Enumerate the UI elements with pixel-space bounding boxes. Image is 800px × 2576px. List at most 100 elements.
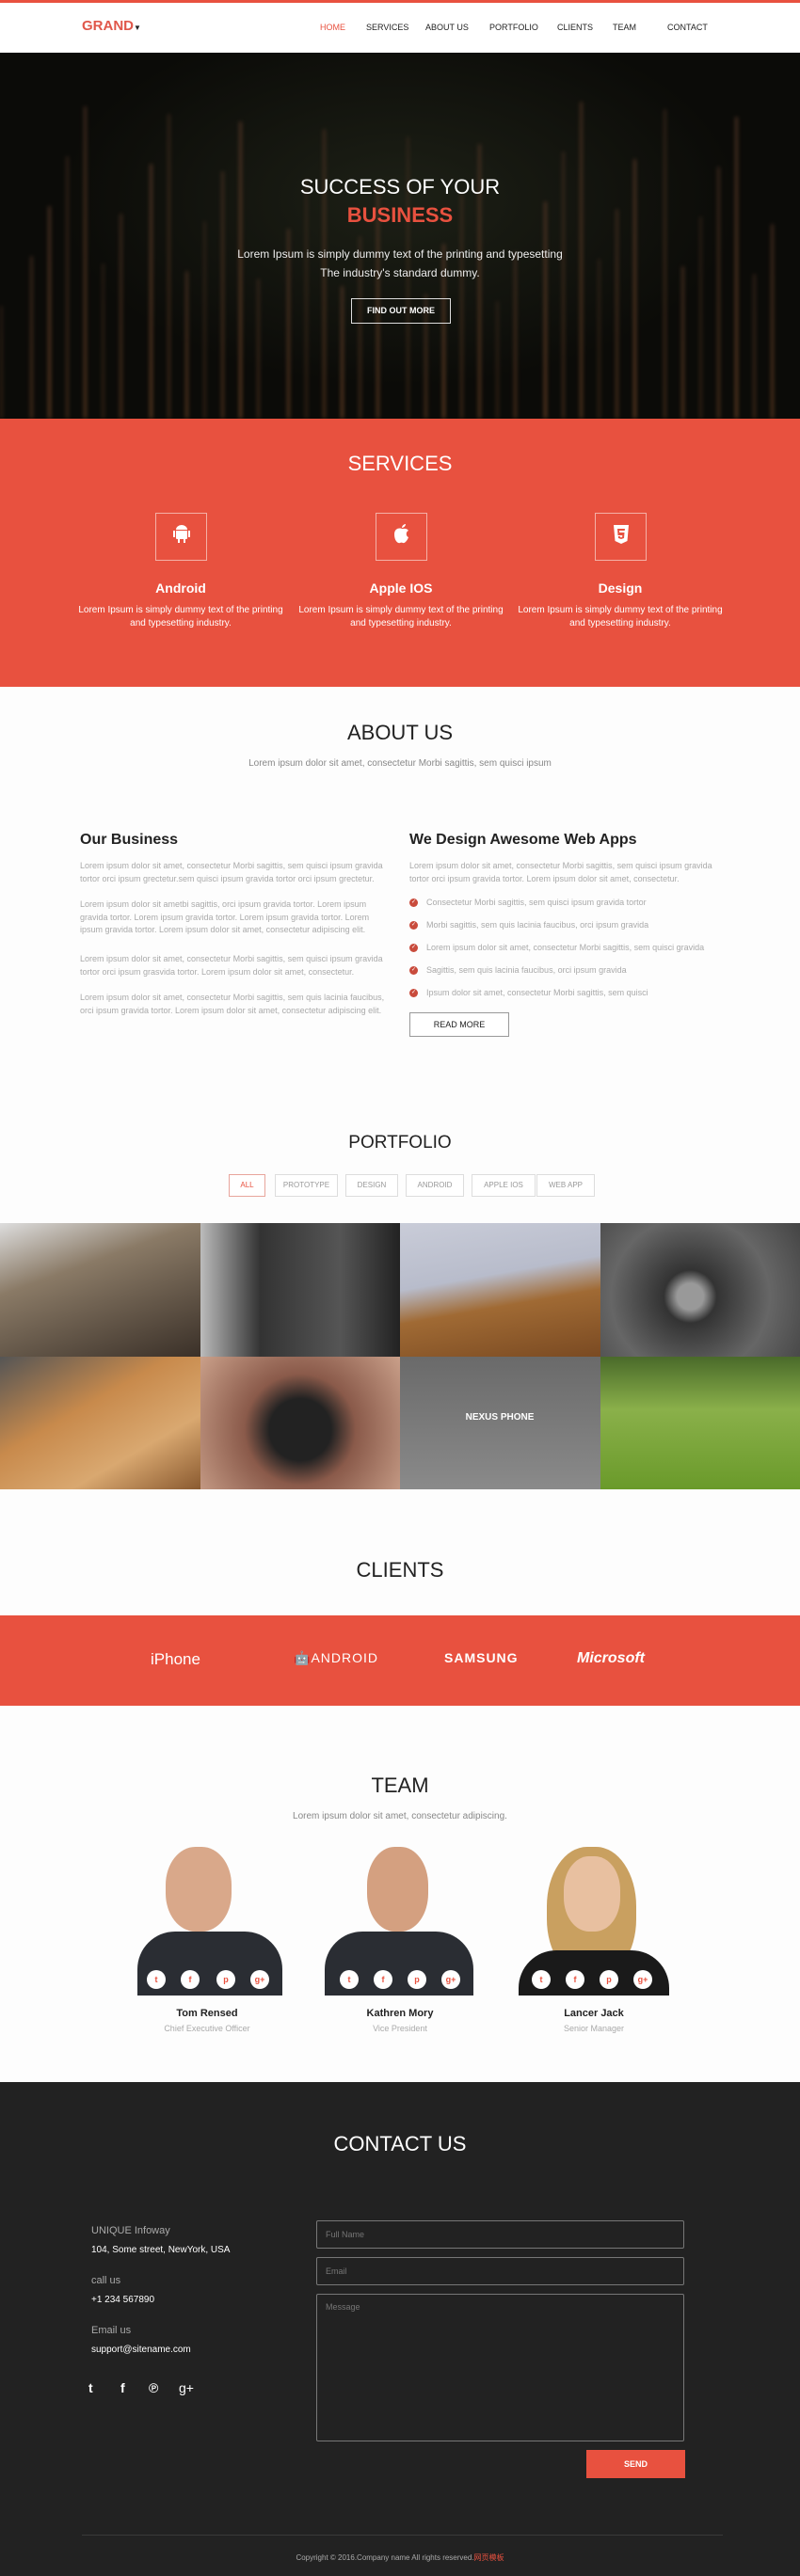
nav-contact[interactable]: CONTACT — [667, 23, 708, 32]
portfolio-item-headphones-bw[interactable] — [600, 1223, 800, 1357]
hero-grass-decoration — [496, 301, 499, 419]
about-paragraph: Lorem ipsum dolor sit amet, consectetur … — [80, 861, 383, 883]
hero-grass-decoration — [257, 278, 260, 419]
service-text-design: Lorem Ipsum is simply dummy text of the … — [518, 605, 723, 628]
check-icon: ✓ — [409, 944, 418, 953]
about-paragraph: Lorem ipsum dolor sit ametbi sagittis, o… — [80, 899, 370, 934]
facebook-icon[interactable]: f — [374, 1970, 392, 1989]
web-apps-heading: We Design Awesome Web Apps — [409, 832, 637, 848]
nav-team[interactable]: TEAM — [613, 23, 636, 32]
google-plus-icon[interactable]: g+ — [441, 1970, 460, 1989]
web-apps-paragraph: Lorem ipsum dolor sit amet, consectetur … — [409, 861, 712, 883]
client-logo-samsung: SAMSUNG — [444, 1650, 519, 1665]
filter-apple-ios[interactable]: APPLE IOS — [472, 1174, 536, 1197]
copyright: Copyright © 2016.Company name All rights… — [296, 2553, 504, 2562]
portfolio-item-writing[interactable] — [0, 1356, 200, 1489]
nav-about[interactable]: ABOUT US — [425, 23, 469, 32]
hero-grass-decoration — [681, 266, 684, 419]
portfolio-item-nexus-phone[interactable]: NEXUS PHONE — [400, 1356, 600, 1489]
hero-grass-decoration — [84, 106, 87, 419]
about-subtitle: Lorem ipsum dolor sit amet, consectetur … — [248, 758, 552, 769]
portfolio-item-laptop-grass[interactable] — [600, 1356, 800, 1489]
twitter-icon[interactable]: t — [340, 1970, 359, 1989]
google-plus-icon[interactable]: g+ — [633, 1970, 652, 1989]
client-logo-iphone: iPhone — [151, 1650, 200, 1668]
service-title-design: Design — [598, 580, 643, 596]
team-photo: t f p g+ — [137, 1847, 282, 1996]
filter-all[interactable]: ALL — [229, 1174, 265, 1197]
hero-grass-decoration — [185, 271, 188, 419]
facebook-icon[interactable]: f — [566, 1970, 584, 1989]
email-label: Email us — [91, 2325, 132, 2336]
filter-prototype[interactable]: PROTOTYPE — [275, 1174, 338, 1197]
contact-title: CONTACT US — [333, 2132, 467, 2155]
google-plus-icon[interactable]: g+ — [179, 2380, 194, 2395]
google-plus-icon[interactable]: g+ — [250, 1970, 269, 1989]
service-text-ios: Lorem Ipsum is simply dummy text of the … — [298, 605, 504, 628]
about-title: ABOUT US — [346, 721, 454, 744]
twitter-icon[interactable]: t — [147, 1970, 166, 1989]
message-textarea[interactable] — [316, 2294, 684, 2441]
check-icon: ✓ — [409, 921, 418, 930]
pinterest-icon[interactable]: ℗ — [149, 2380, 158, 2395]
filter-android[interactable]: ANDROID — [406, 1174, 464, 1197]
hero-grass-decoration — [598, 259, 600, 419]
nav-services[interactable]: SERVICES — [366, 23, 408, 32]
service-text-android: Lorem Ipsum is simply dummy text of the … — [78, 605, 283, 628]
send-button[interactable]: SEND — [586, 2450, 685, 2478]
nav-portfolio[interactable]: PORTFOLIO — [489, 23, 538, 32]
portfolio-item-desk[interactable] — [400, 1223, 600, 1357]
our-business-heading: Our Business — [80, 832, 179, 848]
email-link[interactable]: support@sitename.com — [91, 2345, 191, 2355]
hero-grass-decoration — [753, 274, 756, 419]
team-title: TEAM — [371, 1773, 429, 1797]
team-member-name: Lancer Jack — [564, 2008, 624, 2019]
twitter-icon[interactable]: t — [88, 2380, 93, 2395]
filter-design[interactable]: DESIGN — [345, 1174, 398, 1197]
team-member-role: Senior Manager — [563, 2024, 625, 2033]
pinterest-icon[interactable]: p — [408, 1970, 426, 1989]
footer-link[interactable]: 网页模板 — [474, 2553, 504, 2562]
facebook-icon[interactable]: f — [181, 1970, 200, 1989]
clients-title: CLIENTS — [356, 1558, 444, 1582]
filter-web-app[interactable]: WEB APP — [536, 1174, 595, 1197]
nav-clients[interactable]: CLIENTS — [557, 23, 593, 32]
client-logo-android: 🤖ANDROID — [294, 1650, 378, 1665]
find-out-more-button[interactable]: FIND OUT MORE — [351, 298, 451, 324]
pinterest-icon[interactable]: p — [600, 1970, 618, 1989]
team-member-role: Chief Executive Officer — [164, 2024, 250, 2033]
hero-grass-decoration — [30, 256, 33, 419]
portfolio-item-amplifier[interactable] — [200, 1223, 400, 1357]
service-title-android: Android — [155, 580, 206, 596]
list-item: ✓ Sagittis, sem quis lacinia faucibus, or… — [409, 965, 627, 976]
hero-grass-decoration — [102, 263, 104, 419]
logo[interactable]: GRAND▼ — [82, 18, 141, 34]
caret-icon: ▼ — [134, 24, 141, 32]
html5-icon — [595, 513, 647, 561]
hero-grass-decoration — [359, 236, 361, 419]
team-member-role: Vice President — [373, 2024, 427, 2033]
apple-icon — [376, 513, 427, 561]
list-item: ✓ Lorem ipsum dolor sit amet, consectetur… — [409, 943, 705, 953]
hero-highlight: BUSINESS — [346, 203, 454, 227]
email-input[interactable] — [316, 2257, 684, 2285]
twitter-icon[interactable]: t — [532, 1970, 551, 1989]
service-title-ios: Apple IOS — [369, 580, 433, 596]
portfolio-item-mixer[interactable] — [0, 1223, 200, 1357]
company-name: UNIQUE Infoway — [91, 2225, 170, 2236]
hero-grass-decoration — [0, 306, 3, 419]
portfolio-item-headphones[interactable] — [200, 1356, 400, 1489]
hero-title: SUCCESS OF YOUR — [299, 175, 501, 199]
hero-grass-decoration — [544, 201, 547, 419]
nav-home[interactable]: HOME — [320, 23, 345, 32]
check-icon: ✓ — [409, 898, 418, 908]
team-photo: t f p g+ — [325, 1847, 473, 1996]
list-item: ✓ Ipsum dolor sit amet, consectetur Morbi… — [409, 988, 648, 998]
facebook-icon[interactable]: f — [120, 2380, 125, 2395]
read-more-button[interactable]: READ MORE — [409, 1012, 509, 1037]
team-member-name: Tom Rensed — [176, 2008, 238, 2019]
full-name-input[interactable] — [316, 2220, 684, 2249]
hero-grass-decoration — [616, 209, 618, 419]
hero-section — [0, 53, 800, 419]
pinterest-icon[interactable]: p — [216, 1970, 235, 1989]
